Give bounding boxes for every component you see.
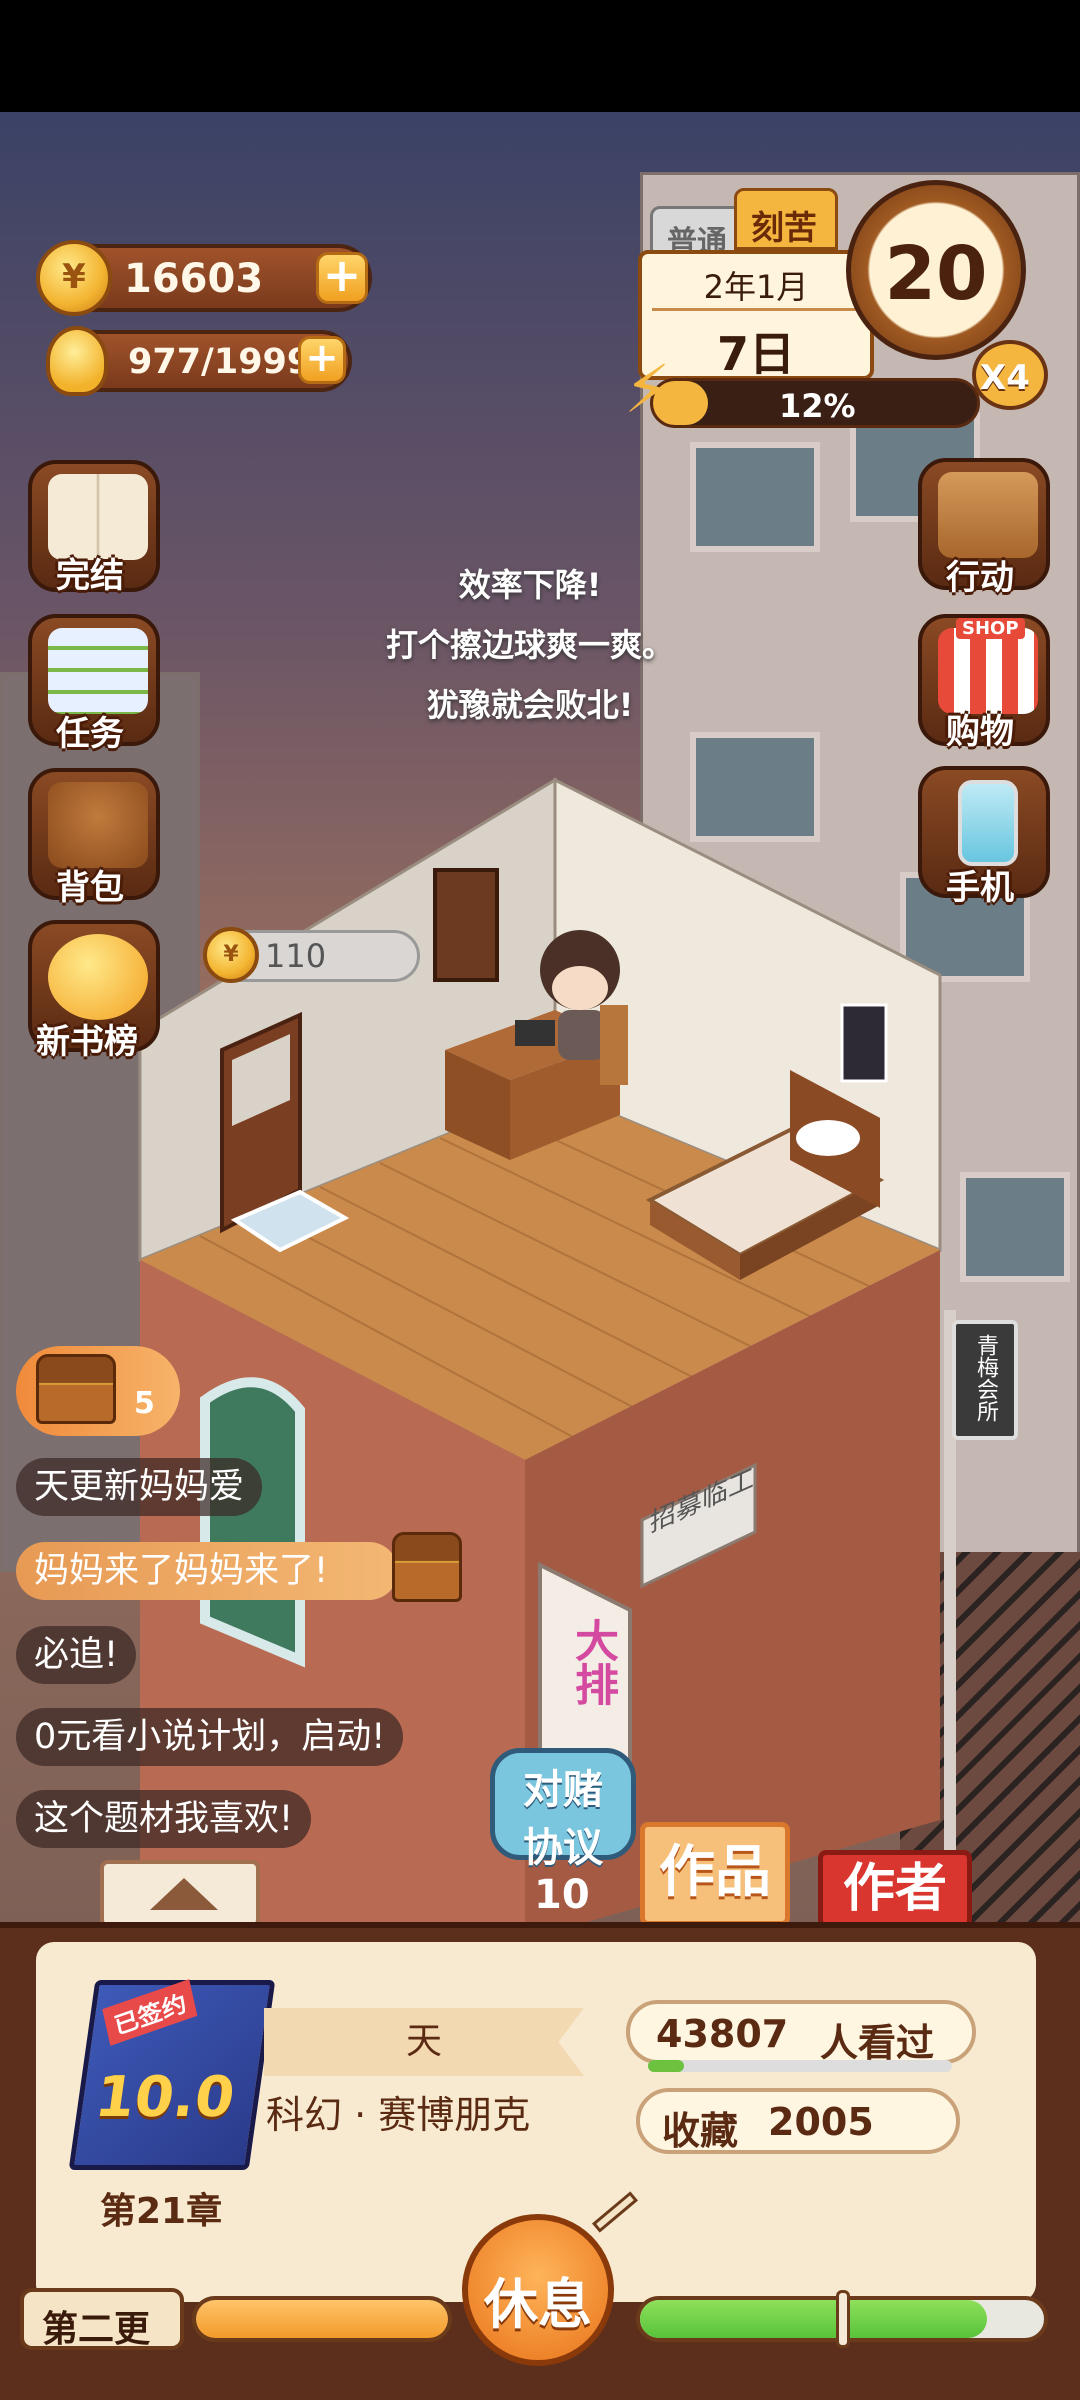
lightbulb-icon: [46, 326, 108, 396]
menu-complete-label: 完结: [56, 556, 124, 596]
tab-works[interactable]: 作品: [640, 1822, 790, 1926]
comment-1: 天更新妈妈爱: [16, 1458, 263, 1516]
rank-coin-icon: [48, 934, 148, 1020]
coin-count: 16603: [124, 256, 264, 302]
comment-4: 0元看小说计划，启动!: [16, 1708, 404, 1766]
green-shop-door: [200, 1377, 305, 1668]
rest-button[interactable]: 休息: [462, 2214, 614, 2366]
book-title-ribbon: 天: [264, 2008, 584, 2076]
update-label: 第二更: [42, 2309, 151, 2350]
comment-5: 这个题材我喜欢!: [16, 1790, 312, 1848]
menu-newbooks-label: 新书榜: [36, 1022, 138, 1062]
notice-line-1: 效率下降!: [458, 566, 602, 604]
phone-icon: [958, 780, 1018, 866]
menu-backpack-label: 背包: [56, 868, 124, 908]
efficiency-value: 12%: [779, 387, 856, 425]
treasure-chest-icon: [392, 1532, 462, 1602]
favorites-pill: 收藏 2005: [636, 2088, 960, 2154]
multiplier-value: X4: [980, 358, 1030, 398]
comment-3: 必追!: [16, 1626, 137, 1684]
building-window: [690, 442, 820, 552]
lightning-icon: ⚡: [624, 351, 671, 428]
coin-bubble[interactable]: ¥ 110: [203, 927, 420, 983]
bet-label-top: 对赌: [523, 1767, 603, 1813]
coin-icon: ¥: [203, 927, 259, 983]
shop-badge: SHOP: [956, 618, 1025, 639]
backpack-icon: [48, 782, 148, 868]
menu-phone-label: 手机: [946, 868, 1014, 908]
writing-progress-bar: [192, 2296, 452, 2342]
readers-count: 43807: [656, 2012, 789, 2056]
rest-label: 休息: [484, 2273, 592, 2336]
chapter-label: 第21章: [100, 2191, 223, 2232]
readers-progress: [648, 2060, 952, 2072]
book-title: 天: [405, 2021, 442, 2062]
menu-tasks-label: 任务: [56, 714, 124, 754]
treasure-chest-button[interactable]: 5: [16, 1346, 180, 1436]
calendar-month: 2年1月: [703, 268, 809, 306]
notice-line-3: 犹豫就会败北!: [426, 686, 634, 724]
tab-author[interactable]: 作者: [818, 1850, 972, 1928]
collapse-comments-button[interactable]: [100, 1860, 260, 1928]
coin-bubble-value: 110: [265, 937, 327, 975]
book-genre: 科幻 · 赛博朋克: [266, 2093, 531, 2137]
shop-icon: [938, 628, 1038, 714]
speed-multiplier-button[interactable]: X4: [972, 340, 1048, 410]
readers-suffix: 人看过: [820, 2021, 935, 2065]
chest-count: 5: [134, 1386, 155, 1421]
add-energy-button[interactable]: +: [298, 336, 346, 384]
favorites-label: 收藏: [662, 2109, 739, 2153]
efficiency-bar: 12%: [650, 378, 980, 428]
favorites-count: 2005: [768, 2100, 874, 2144]
update-badge: 第二更: [20, 2288, 184, 2350]
book-cover[interactable]: 已签约 10.0: [68, 1979, 276, 2170]
readers-pill: 43807 人看过: [626, 2000, 976, 2065]
energy-count: 977/1999: [128, 342, 312, 382]
add-coins-button[interactable]: +: [316, 252, 368, 304]
writing-progress-fill: [196, 2300, 448, 2338]
mode-hard-label: 刻苦: [751, 208, 817, 247]
side-sign-text: 青梅会所: [973, 1334, 998, 1422]
stamina-marker: [836, 2290, 850, 2348]
door-icon: [938, 472, 1038, 558]
wall-poster: [840, 1003, 888, 1083]
stamina-progress-fill: [640, 2300, 988, 2338]
wall-frame: [433, 868, 499, 982]
chevron-up-icon: [150, 1878, 218, 1910]
bet-label-bottom: 协议: [523, 1825, 603, 1871]
menu-action-label: 行动: [946, 558, 1014, 598]
menu-shop-label: 购物: [946, 712, 1014, 752]
checklist-icon: [48, 628, 148, 714]
comment-2: 妈妈来了妈妈来了!: [16, 1542, 399, 1600]
age-dial: 20: [846, 180, 1026, 360]
side-hanging-sign: 青梅会所: [952, 1320, 1018, 1440]
coin-icon: ¥: [36, 240, 112, 316]
signed-badge: 已签约: [102, 1979, 198, 2046]
mode-tab-hard[interactable]: 刻苦: [734, 188, 838, 250]
shop-sign-text: 大排: [567, 1618, 618, 1706]
book-score: 10.0: [91, 2065, 239, 2130]
bet-agreement-button[interactable]: 对赌 协议: [490, 1748, 636, 1871]
treasure-chest-icon: [36, 1354, 116, 1424]
age-value: 20: [884, 231, 988, 317]
bet-count: 10: [534, 1872, 590, 1918]
stamina-progress-bar: [636, 2290, 1048, 2348]
notice-line-2: 打个擦边球爽一爽。: [385, 626, 674, 664]
